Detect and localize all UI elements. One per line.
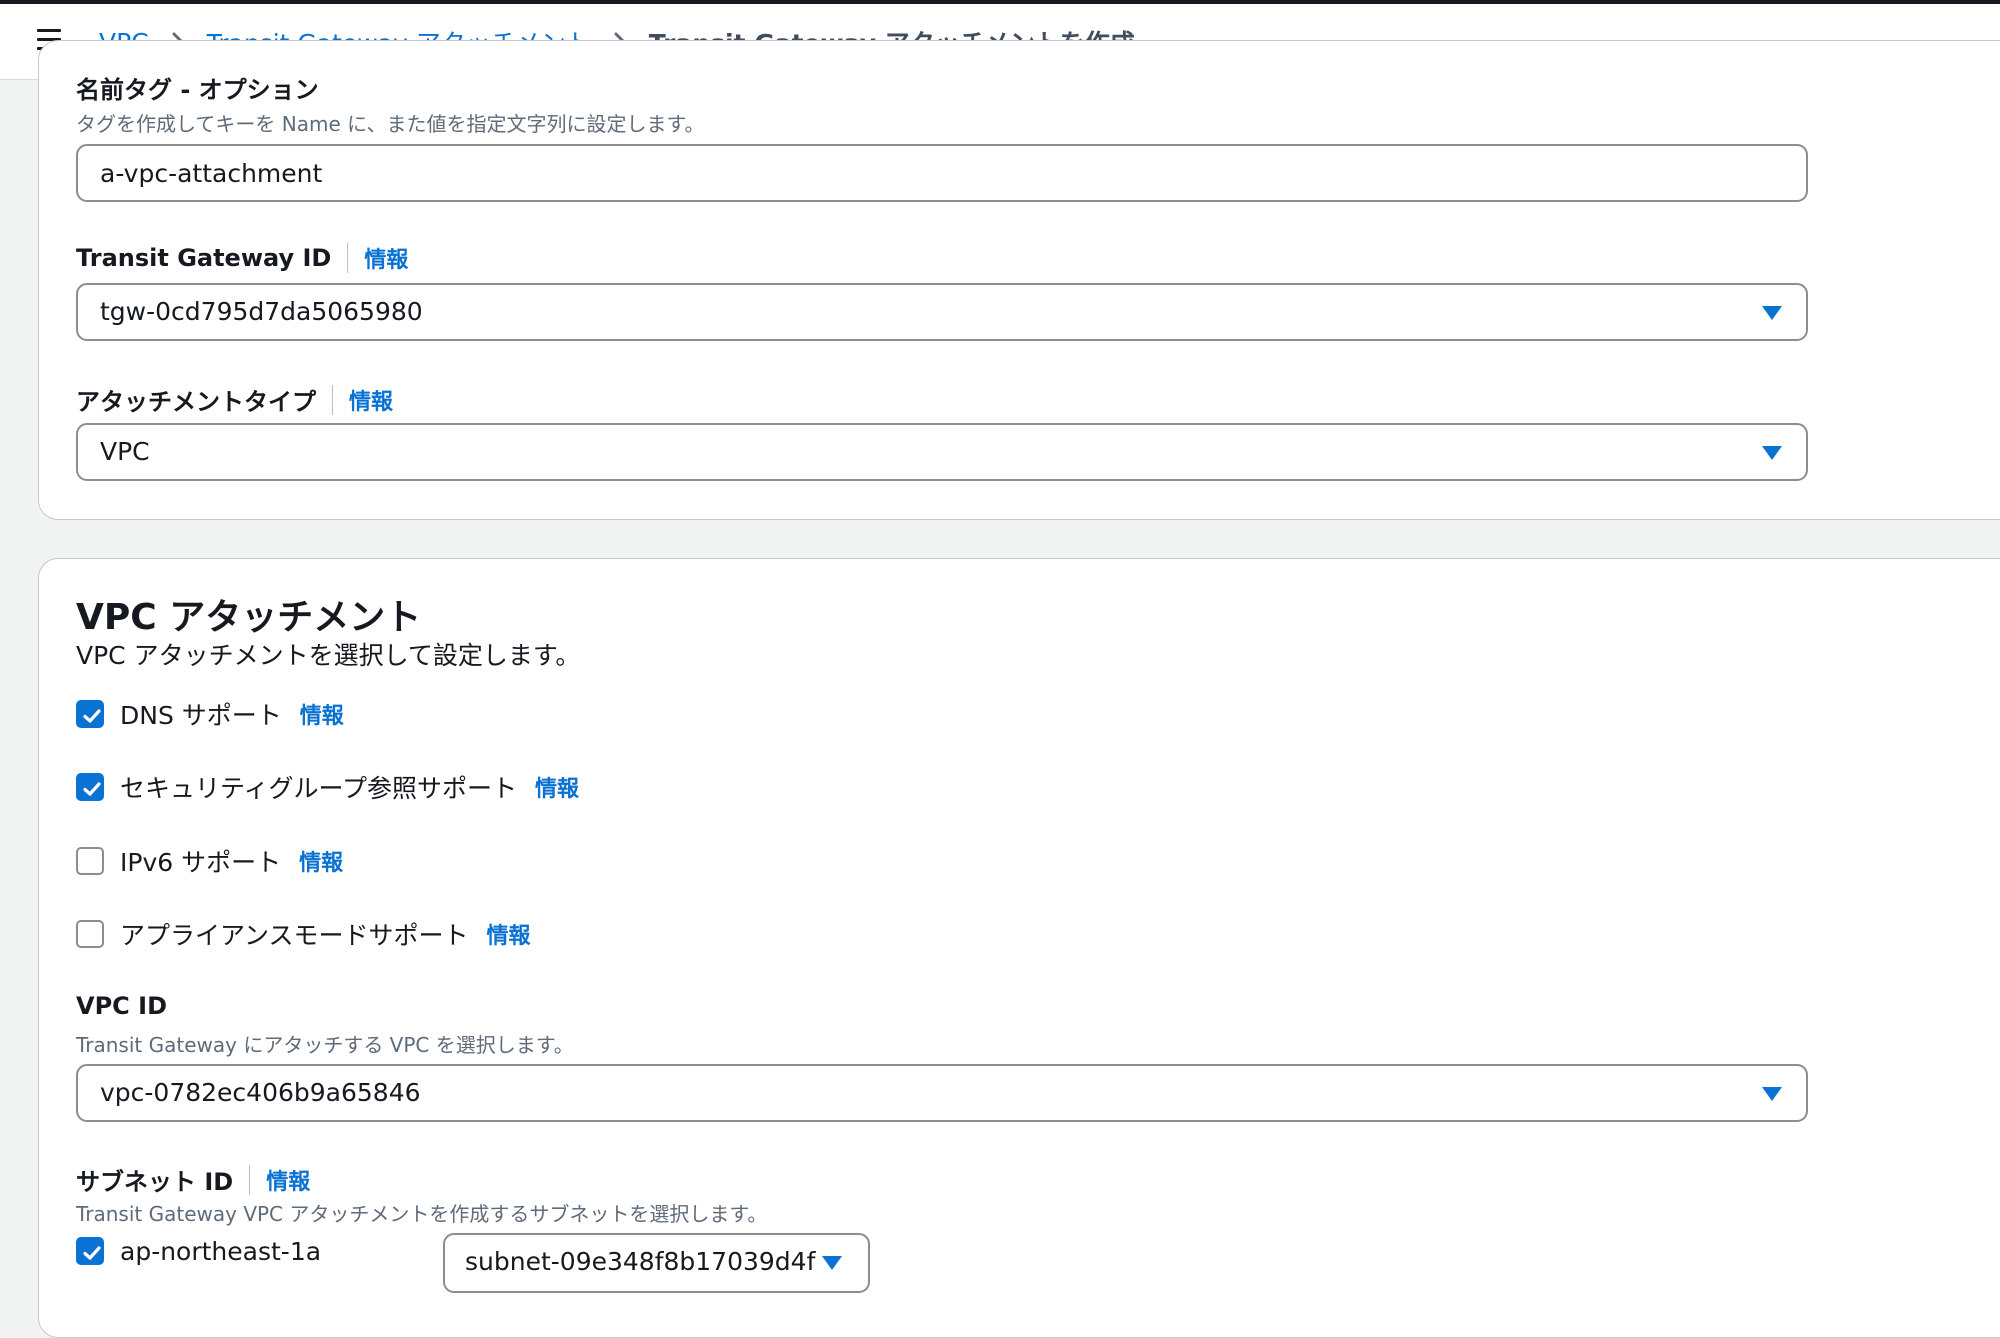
caret-down-icon bbox=[1762, 306, 1782, 320]
ipv6-support-label: IPv6 サポート bbox=[120, 848, 282, 877]
dns-support-option: DNS サポート 情報 bbox=[76, 698, 344, 730]
appliance-mode-option: アプライアンスモードサポート 情報 bbox=[76, 918, 531, 950]
appliance-mode-checkbox[interactable] bbox=[76, 920, 104, 948]
subnet-select[interactable]: subnet-09e348f8b17039d4f bbox=[443, 1233, 870, 1293]
ipv6-support-info-link[interactable]: 情報 bbox=[299, 845, 343, 877]
transit-gateway-id-value: tgw-0cd795d7da5065980 bbox=[100, 297, 423, 326]
checkmark-icon bbox=[83, 709, 101, 723]
availability-zone-checkbox[interactable] bbox=[76, 1237, 104, 1265]
vpc-id-select[interactable]: vpc-0782ec406b9a65846 bbox=[76, 1064, 1808, 1122]
subnet-id-description: Transit Gateway VPC アタッチメントを作成するサブネットを選択… bbox=[76, 1202, 768, 1226]
ipv6-support-option: IPv6 サポート 情報 bbox=[76, 845, 343, 877]
vpc-id-label: VPC ID bbox=[76, 992, 167, 1020]
appliance-mode-info-link[interactable]: 情報 bbox=[487, 918, 531, 950]
subnet-value: subnet-09e348f8b17039d4f bbox=[465, 1247, 816, 1276]
vpc-id-value: vpc-0782ec406b9a65846 bbox=[100, 1078, 421, 1107]
transit-gateway-id-label: Transit Gateway ID 情報 bbox=[76, 242, 409, 274]
ipv6-support-checkbox[interactable] bbox=[76, 847, 104, 875]
name-tag-label: 名前タグ - オプション bbox=[76, 76, 319, 104]
security-group-referencing-label: セキュリティグループ参照サポート bbox=[120, 774, 518, 803]
transit-gateway-id-select[interactable]: tgw-0cd795d7da5065980 bbox=[76, 283, 1808, 341]
transit-gateway-id-info-link[interactable]: 情報 bbox=[364, 242, 408, 274]
vpc-attachment-title: VPC アタッチメント bbox=[76, 597, 422, 638]
subnet-id-info-link[interactable]: 情報 bbox=[266, 1164, 310, 1196]
security-group-referencing-info-link[interactable]: 情報 bbox=[535, 771, 579, 803]
vpc-attachment-description: VPC アタッチメントを選択して設定します。 bbox=[76, 641, 581, 670]
attachment-type-info-link[interactable]: 情報 bbox=[349, 384, 393, 416]
dns-support-label: DNS サポート bbox=[120, 701, 282, 730]
name-tag-description: タグを作成してキーを Name に、また値を指定文字列に設定します。 bbox=[76, 112, 705, 136]
appliance-mode-label: アプライアンスモードサポート bbox=[120, 921, 469, 950]
name-tag-input[interactable] bbox=[78, 146, 1806, 200]
name-tag-input-wrapper bbox=[76, 144, 1808, 202]
caret-down-icon bbox=[1762, 446, 1782, 460]
attachment-type-select[interactable]: VPC bbox=[76, 423, 1808, 481]
vpc-id-description: Transit Gateway にアタッチする VPC を選択します。 bbox=[76, 1033, 574, 1057]
checkmark-icon bbox=[83, 782, 101, 796]
availability-zone-row: ap-northeast-1a bbox=[76, 1235, 321, 1267]
availability-zone-label: ap-northeast-1a bbox=[120, 1236, 322, 1266]
security-group-referencing-checkbox[interactable] bbox=[76, 773, 104, 801]
dns-support-checkbox[interactable] bbox=[76, 700, 104, 728]
attachment-type-label: アタッチメントタイプ 情報 bbox=[76, 382, 393, 417]
subnet-id-label: サブネット ID 情報 bbox=[76, 1162, 310, 1197]
dns-support-info-link[interactable]: 情報 bbox=[300, 698, 344, 730]
attachment-type-value: VPC bbox=[100, 437, 150, 466]
security-group-referencing-option: セキュリティグループ参照サポート 情報 bbox=[76, 771, 579, 803]
checkmark-icon bbox=[83, 1246, 101, 1260]
caret-down-icon bbox=[822, 1256, 842, 1270]
caret-down-icon bbox=[1762, 1087, 1782, 1101]
